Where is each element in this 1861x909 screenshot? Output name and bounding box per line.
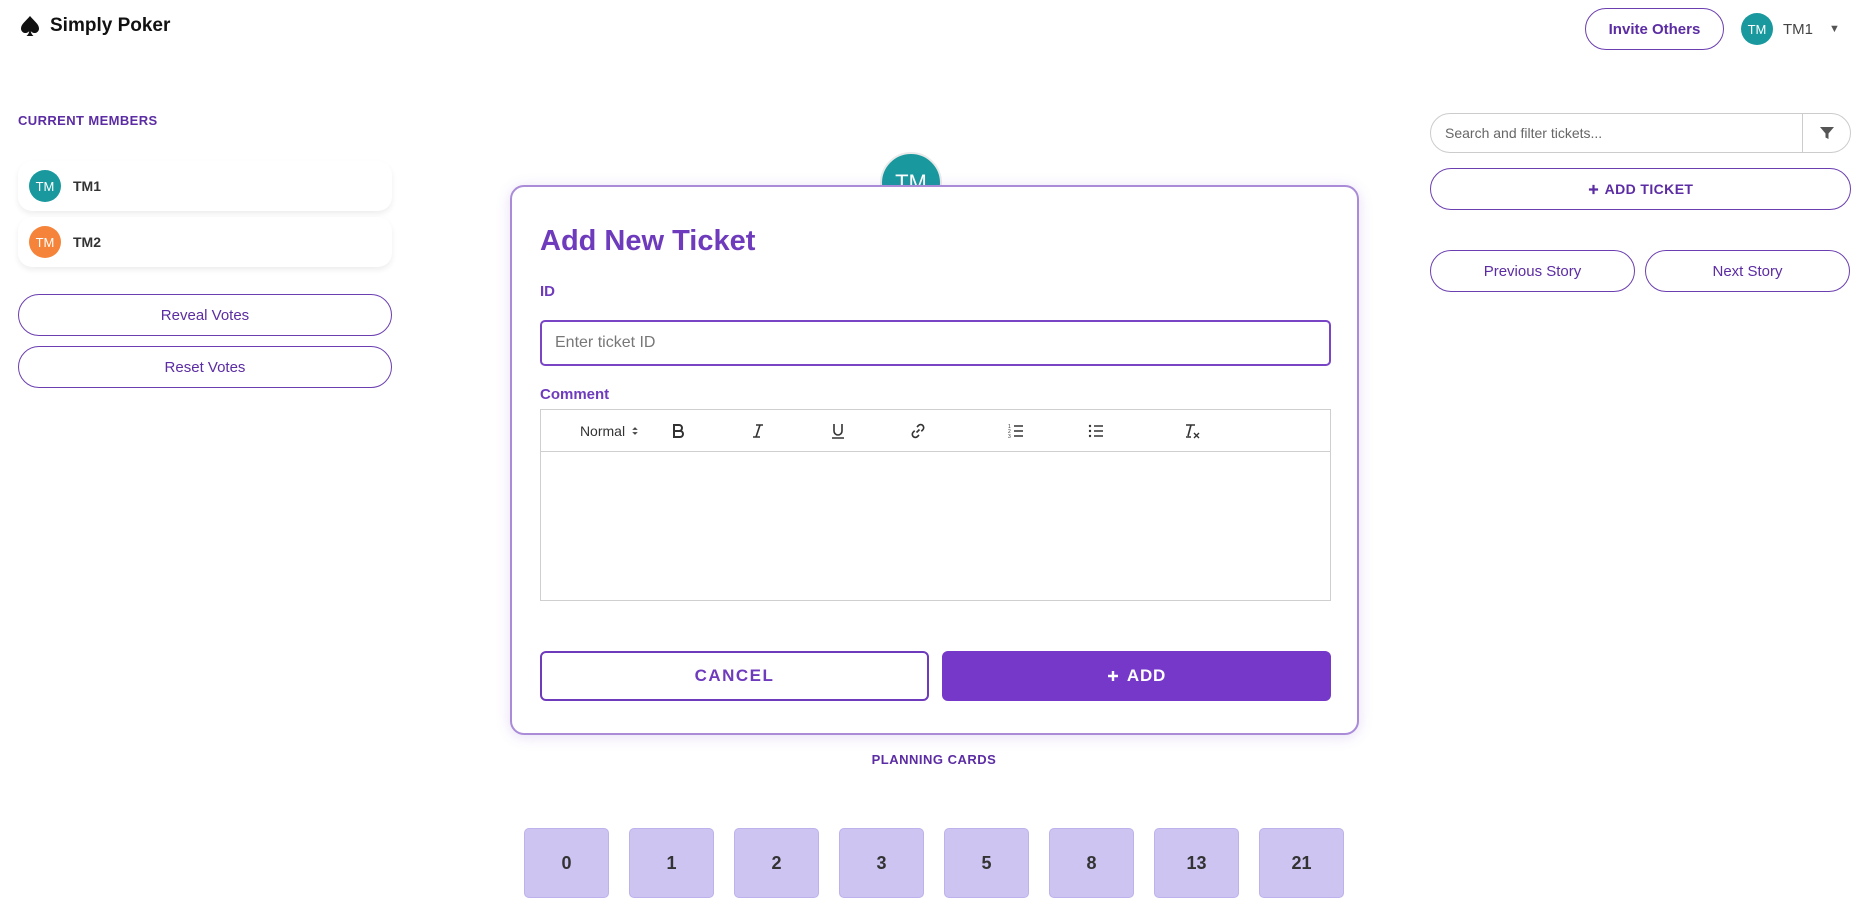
sort-arrows-icon: [632, 427, 638, 435]
ordered-list-button[interactable]: 123: [1005, 420, 1027, 442]
bullet-list-button[interactable]: [1085, 420, 1107, 442]
ordered-list-icon: 123: [1008, 424, 1023, 440]
planning-cards: 0 1 2 3 5 8 13 21: [524, 828, 1344, 898]
id-label: ID: [540, 283, 555, 300]
planning-card[interactable]: 1: [629, 828, 714, 898]
link-button[interactable]: [907, 420, 929, 442]
comment-editor: Normal 123: [540, 409, 1331, 601]
member-name: TM1: [73, 178, 101, 194]
avatar: TM: [29, 170, 61, 202]
planning-card[interactable]: 13: [1154, 828, 1239, 898]
members-title: CURRENT MEMBERS: [18, 113, 158, 128]
planning-cards-title: PLANNING CARDS: [871, 752, 997, 767]
spade-icon: [21, 16, 39, 36]
comment-label: Comment: [540, 386, 610, 403]
filter-icon: [1819, 127, 1834, 139]
add-button[interactable]: ADD: [942, 651, 1331, 701]
planning-cards-section: PLANNING CARDS: [0, 751, 1861, 769]
add-ticket-label: ADD TICKET: [1604, 181, 1694, 197]
format-select-value: Normal: [579, 423, 626, 439]
planning-card[interactable]: 8: [1049, 828, 1134, 898]
caret-down-icon[interactable]: ▼: [1829, 23, 1840, 35]
add-ticket-modal: Add New Ticket ID Comment Normal: [510, 185, 1359, 735]
underline-button[interactable]: [827, 420, 849, 442]
user-name: TM1: [1783, 20, 1813, 38]
member-item: TM TM1: [18, 161, 392, 211]
previous-story-button[interactable]: Previous Story: [1430, 250, 1635, 292]
bullet-list-icon: [1088, 424, 1103, 438]
planning-card[interactable]: 5: [944, 828, 1029, 898]
link-icon: [911, 423, 925, 439]
ticket-id-input[interactable]: [540, 320, 1331, 366]
planning-card[interactable]: 21: [1259, 828, 1344, 898]
planning-card[interactable]: 0: [524, 828, 609, 898]
reset-votes-button[interactable]: Reset Votes: [18, 346, 392, 388]
plus-icon: [1107, 671, 1118, 681]
next-story-button[interactable]: Next Story: [1645, 250, 1850, 292]
planning-card[interactable]: 3: [839, 828, 924, 898]
plus-icon: [1588, 184, 1598, 194]
clear-format-icon: [1186, 424, 1200, 439]
add-button-label: ADD: [1126, 666, 1167, 685]
avatar: TM: [1741, 13, 1773, 45]
svg-text:3: 3: [1008, 434, 1011, 440]
ticket-search-input[interactable]: [1431, 114, 1802, 152]
member-item: TM TM2: [18, 217, 392, 267]
ticket-search: [1430, 113, 1851, 153]
underline-icon: [832, 424, 844, 439]
app-name: Simply Poker: [50, 15, 171, 36]
editor-toolbar: Normal 123: [541, 410, 1330, 452]
avatar: TM: [29, 226, 61, 258]
bold-button[interactable]: [667, 420, 689, 442]
add-ticket-button[interactable]: ADD TICKET: [1430, 168, 1851, 210]
bold-icon: [673, 424, 684, 438]
italic-icon: [753, 424, 763, 438]
user-menu[interactable]: TM TM1 ▼: [1741, 13, 1840, 45]
member-name: TM2: [73, 234, 101, 250]
invite-others-button[interactable]: Invite Others: [1585, 8, 1724, 50]
comment-textarea[interactable]: [541, 452, 1330, 600]
modal-title: Add New Ticket: [540, 225, 756, 257]
format-select[interactable]: Normal: [577, 420, 643, 442]
planning-card[interactable]: 2: [734, 828, 819, 898]
italic-button[interactable]: [747, 420, 769, 442]
brand[interactable]: Simply Poker: [18, 14, 170, 38]
filter-button[interactable]: [1802, 114, 1850, 152]
clear-format-button[interactable]: [1181, 420, 1203, 442]
reveal-votes-button[interactable]: Reveal Votes: [18, 294, 392, 336]
cancel-button[interactable]: CANCEL: [540, 651, 929, 701]
